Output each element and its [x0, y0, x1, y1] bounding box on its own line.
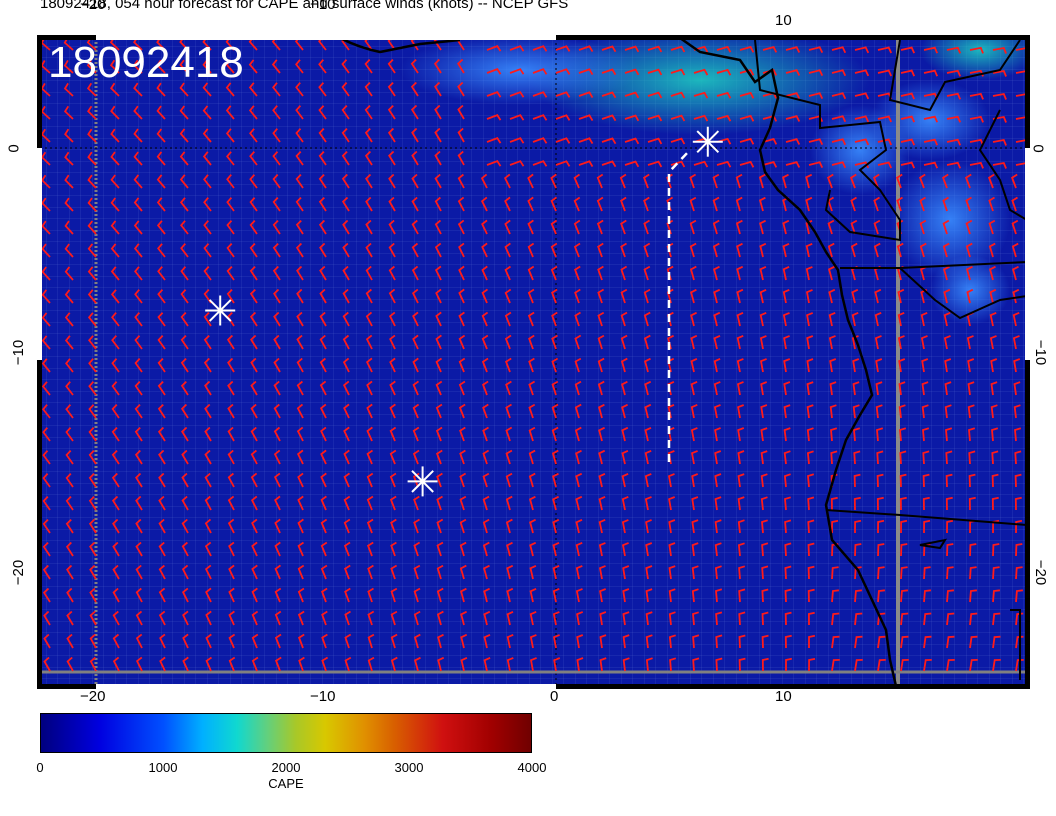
marker-west [205, 295, 236, 326]
colorbar-tick-2000: 2000 [271, 760, 301, 775]
top-tick-minus20: −20 [80, 0, 106, 13]
bottom-tick-0: 0 [550, 688, 559, 705]
cape-colorbar [40, 713, 532, 753]
right-tick-minus20: −20 [1032, 559, 1050, 586]
colorbar-tick-4000: 4000 [517, 760, 547, 775]
time-stamp: 18092418 [48, 38, 244, 87]
bottom-tick-minus20: −20 [80, 688, 106, 705]
left-tick-minus10: −10 [10, 339, 28, 366]
marker-north [692, 126, 723, 157]
right-tick-minus10: −10 [1032, 339, 1050, 366]
top-tick-10: 10 [775, 12, 792, 29]
colorbar-tick-3000: 3000 [394, 760, 424, 775]
forecast-map [37, 35, 1030, 689]
colorbar-tick-0: 0 [36, 760, 44, 775]
top-tick-minus10: −10 [310, 0, 336, 13]
left-tick-0: 0 [5, 144, 23, 153]
left-tick-minus20: −20 [10, 559, 28, 586]
bottom-tick-10: 10 [775, 688, 792, 705]
marker-south [407, 466, 438, 497]
right-tick-0: 0 [1029, 144, 1047, 153]
colorbar-tick-1000: 1000 [148, 760, 178, 775]
colorbar-label: CAPE [268, 776, 304, 791]
bottom-tick-minus10: −10 [310, 688, 336, 705]
